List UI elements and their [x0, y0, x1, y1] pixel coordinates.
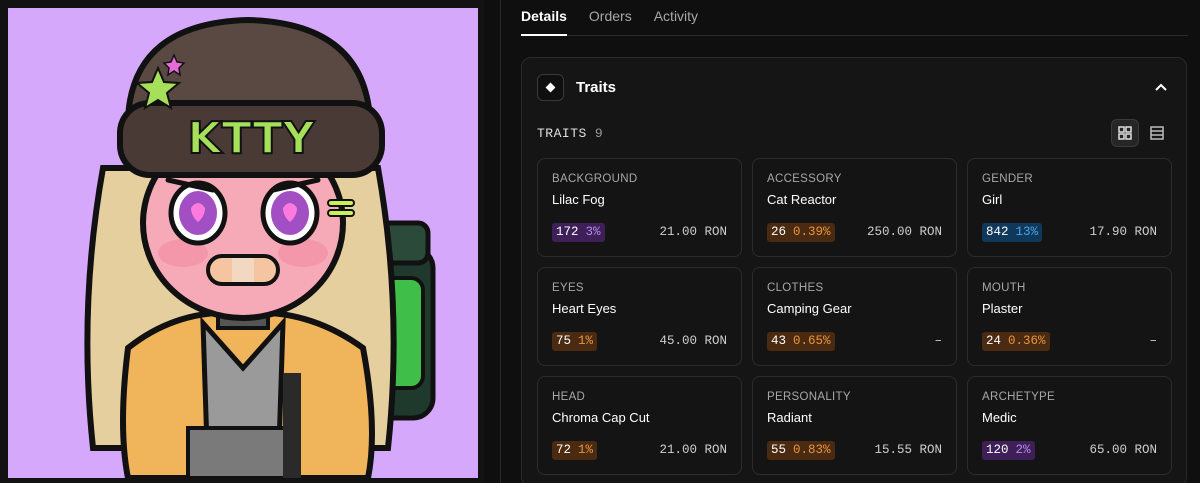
trait-count: 172	[556, 224, 579, 239]
trait-value: Lilac Fog	[552, 192, 605, 207]
trait-value: Girl	[982, 192, 1003, 207]
trait-percent: 3%	[585, 224, 601, 239]
traits-count-label: TRAITS	[537, 125, 587, 141]
floor-price: 45.00 RON	[659, 334, 727, 348]
trait-count: 55	[771, 442, 787, 457]
trait-count: 72	[556, 442, 572, 457]
floor-price: 65.00 RON	[1089, 443, 1157, 457]
trait-value: Cat Reactor	[767, 192, 837, 207]
traits-count-row: TRAITS 9	[537, 119, 1171, 147]
floor-price: –	[1149, 334, 1157, 348]
rarity-badge: 120 2%	[982, 440, 1035, 460]
traits-title: Traits	[576, 78, 617, 96]
trait-value: Plaster	[982, 301, 1023, 316]
trait-value: Chroma Cap Cut	[552, 410, 650, 425]
trait-type: CLOTHES	[767, 282, 824, 294]
trait-count: 120	[986, 442, 1009, 457]
trait-percent: 13%	[1015, 224, 1039, 239]
rarity-badge: 24 0.36%	[982, 331, 1050, 351]
trait-value: Heart Eyes	[552, 301, 617, 316]
panel-divider	[500, 0, 501, 483]
trait-card[interactable]: BACKGROUND Lilac Fog 172 3% 21.00 RON	[537, 158, 742, 257]
trait-percent: 0.83%	[793, 442, 831, 457]
trait-card[interactable]: HEAD Chroma Cap Cut 72 1% 21.00 RON	[537, 376, 742, 475]
list-view-icon[interactable]	[1143, 119, 1171, 147]
trait-count: 842	[986, 224, 1009, 239]
trait-type: EYES	[552, 282, 584, 294]
floor-price: 21.00 RON	[659, 225, 727, 239]
hat-text: KTTY	[188, 113, 316, 164]
rarity-badge: 172 3%	[552, 222, 605, 242]
trait-count: 26	[771, 224, 787, 239]
trait-type: ACCESSORY	[767, 173, 842, 185]
trait-count: 43	[771, 333, 787, 348]
trait-value: Medic	[982, 410, 1017, 425]
floor-price: 250.00 RON	[866, 225, 942, 239]
trait-type: HEAD	[552, 391, 586, 403]
trait-percent: 1%	[578, 333, 594, 348]
traits-count: 9	[594, 125, 603, 141]
detail-tabs: Details Orders Activity	[521, 0, 1188, 36]
rarity-badge: 26 0.39%	[767, 222, 835, 242]
grid-view-icon[interactable]	[1111, 119, 1139, 147]
trait-percent: 0.39%	[793, 224, 831, 239]
trait-card[interactable]: EYES Heart Eyes 75 1% 45.00 RON	[537, 267, 742, 366]
trait-count: 24	[986, 333, 1002, 348]
trait-count: 75	[556, 333, 572, 348]
traits-grid: BACKGROUND Lilac Fog 172 3% 21.00 RON ACC…	[537, 158, 1172, 475]
traits-section: Traits TRAITS 9 BACKGROUND Lilac Fog 172…	[521, 57, 1187, 483]
trait-type: BACKGROUND	[552, 173, 638, 185]
trait-card[interactable]: GENDER Girl 842 13% 17.90 RON	[967, 158, 1172, 257]
trait-card[interactable]: ACCESSORY Cat Reactor 26 0.39% 250.00 RON	[752, 158, 957, 257]
trait-card[interactable]: MOUTH Plaster 24 0.36% –	[967, 267, 1172, 366]
floor-price: –	[934, 334, 942, 348]
trait-value: Radiant	[767, 410, 812, 425]
rarity-badge: 75 1%	[552, 331, 598, 351]
trait-card[interactable]: PERSONALITY Radiant 55 0.83% 15.55 RON	[752, 376, 957, 475]
trait-type: PERSONALITY	[767, 391, 851, 403]
trait-card[interactable]: CLOTHES Camping Gear 43 0.65% –	[752, 267, 957, 366]
tab-activity[interactable]: Activity	[654, 0, 698, 36]
trait-value: Camping Gear	[767, 301, 852, 316]
chevron-up-icon[interactable]	[1151, 77, 1171, 97]
rarity-badge: 842 13%	[982, 222, 1043, 242]
trait-percent: 2%	[1015, 442, 1031, 457]
rarity-badge: 43 0.65%	[767, 331, 835, 351]
trait-type: MOUTH	[982, 282, 1026, 294]
floor-price: 17.90 RON	[1089, 225, 1157, 239]
trait-percent: 1%	[578, 442, 594, 457]
nft-image-panel: KTTY	[0, 0, 484, 483]
tab-details[interactable]: Details	[521, 0, 567, 36]
tab-orders[interactable]: Orders	[589, 0, 632, 36]
trait-type: GENDER	[982, 173, 1034, 185]
floor-price: 15.55 RON	[874, 443, 942, 457]
nft-character-illustration: KTTY	[8, 8, 478, 478]
traits-header[interactable]: Traits	[537, 73, 1171, 101]
diamond-icon	[537, 73, 564, 101]
trait-percent: 0.65%	[793, 333, 831, 348]
trait-percent: 0.36%	[1008, 333, 1046, 348]
rarity-badge: 55 0.83%	[767, 440, 835, 460]
trait-card[interactable]: ARCHETYPE Medic 120 2% 65.00 RON	[967, 376, 1172, 475]
view-toggle	[1111, 119, 1171, 147]
nft-artwork[interactable]: KTTY	[8, 8, 478, 478]
rarity-badge: 72 1%	[552, 440, 598, 460]
floor-price: 21.00 RON	[659, 443, 727, 457]
trait-type: ARCHETYPE	[982, 391, 1055, 403]
